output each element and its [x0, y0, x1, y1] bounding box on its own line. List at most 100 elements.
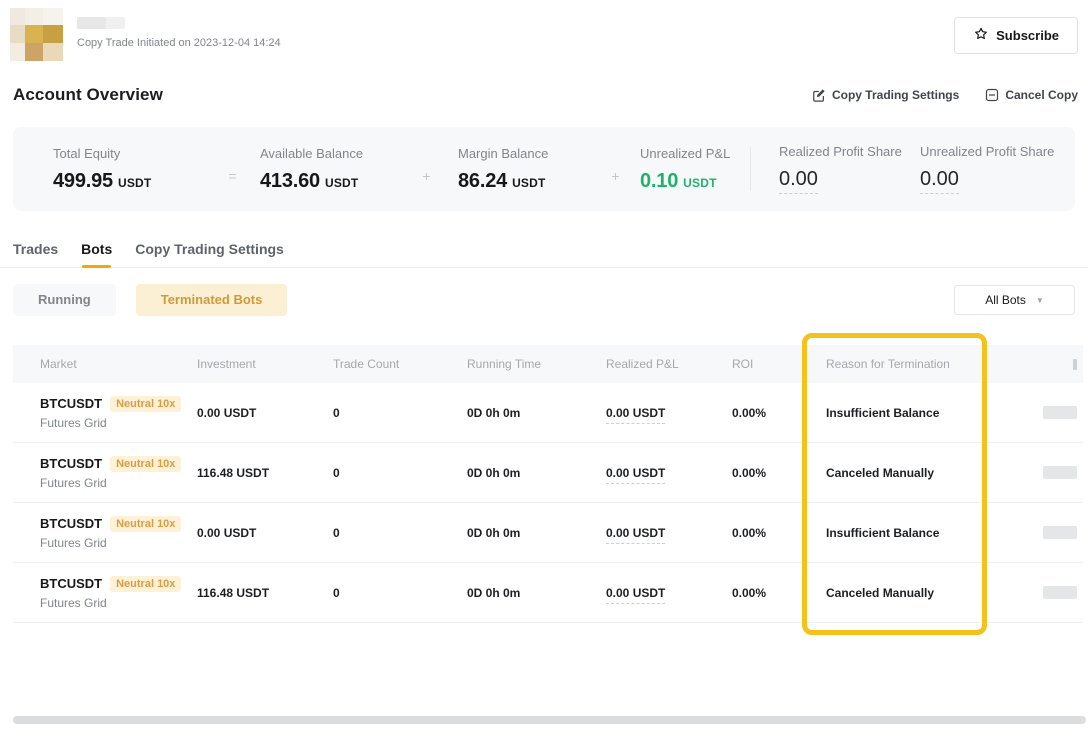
column-header-reason: Reason for Termination	[826, 357, 1000, 371]
equals-operator: =	[205, 168, 260, 184]
stat-value: 0.10	[640, 170, 678, 192]
subscribe-button[interactable]: Subscribe	[954, 17, 1078, 54]
account-stats-panel: Total Equity 499.95 USDT = Available Bala…	[13, 127, 1075, 211]
realized-pnl-cell: 0.00 USDT	[585, 466, 711, 480]
bot-type: Futures Grid	[40, 476, 197, 490]
bots-filter-value: All Bots	[985, 293, 1026, 307]
redacted-username	[77, 17, 125, 29]
stat-available-balance: Available Balance 413.60USDT	[260, 146, 395, 193]
subscribe-label: Subscribe	[996, 28, 1059, 43]
redacted-action[interactable]	[1043, 406, 1077, 419]
strategy-tag: Neutral 10x	[110, 516, 181, 532]
action-cell	[1000, 526, 1083, 539]
stat-total-equity: Total Equity 499.95 USDT	[53, 146, 205, 193]
realized-pnl-cell: 0.00 USDT	[585, 586, 711, 600]
bot-filter-row: Running Terminated Bots All Bots ▼	[13, 284, 1075, 316]
stat-unit: USDT	[683, 176, 716, 190]
bots-filter-dropdown[interactable]: All Bots ▼	[954, 285, 1075, 315]
stat-value: 86.24	[458, 170, 507, 192]
redacted-action[interactable]	[1043, 586, 1077, 599]
copy-trading-detail-page: Copy Trade Initiated on 2023-12-04 14:24…	[0, 0, 1088, 733]
tab-bots[interactable]: Bots	[81, 241, 112, 267]
strategy-tag: Neutral 10x	[110, 396, 181, 412]
chevron-down-icon: ▼	[1036, 296, 1044, 305]
realized-pnl-cell: 0.00 USDT	[585, 526, 711, 540]
copy-initiated-text: Copy Trade Initiated on 2023-12-04 14:24	[77, 37, 281, 49]
bot-type: Futures Grid	[40, 416, 197, 430]
terminated-bots-filter-button[interactable]: Terminated Bots	[136, 284, 288, 316]
termination-reason-cell: Canceled Manually	[826, 586, 1000, 600]
market-symbol: BTCUSDT	[40, 456, 102, 471]
column-header-investment: Investment	[197, 357, 333, 371]
trade-count-cell: 0	[333, 526, 455, 540]
termination-reason-cell: Insufficient Balance	[826, 526, 1000, 540]
action-cell	[1000, 466, 1083, 479]
stat-label: Unrealized Profit Share	[920, 144, 1054, 159]
copy-trading-settings-label: Copy Trading Settings	[832, 88, 959, 102]
account-overview-row: Account Overview Copy Trading Settings C…	[13, 84, 1078, 106]
column-header-realized-pnl: Realized P&L	[585, 357, 711, 371]
redacted-action[interactable]	[1043, 466, 1077, 479]
edit-icon	[812, 88, 826, 102]
bot-type: Futures Grid	[40, 596, 197, 610]
table-row: BTCUSDT Neutral 10x Futures Grid 116.48 U…	[13, 563, 1083, 623]
roi-cell: 0.00%	[711, 586, 826, 600]
action-cell	[1000, 586, 1083, 599]
strategy-tag: Neutral 10x	[110, 576, 181, 592]
copy-trading-settings-button[interactable]: Copy Trading Settings	[812, 88, 959, 102]
stat-unrealized-profit-share: Unrealized Profit Share 0.00	[920, 144, 1054, 194]
column-header-roi: ROI	[711, 357, 826, 371]
stat-label: Realized Profit Share	[779, 144, 920, 159]
stat-unit: USDT	[118, 176, 151, 190]
star-icon	[973, 26, 989, 45]
termination-reason-cell: Canceled Manually	[826, 466, 1000, 480]
tab-copy-trading-settings[interactable]: Copy Trading Settings	[135, 241, 284, 267]
running-time-cell: 0D 0h 0m	[455, 466, 585, 480]
roi-cell: 0.00%	[711, 406, 826, 420]
overview-actions: Copy Trading Settings Cancel Copy	[812, 88, 1078, 102]
plus-operator: +	[591, 168, 640, 184]
page-title: Account Overview	[13, 85, 163, 105]
termination-reason-cell: Insufficient Balance	[826, 406, 1000, 420]
roi-cell: 0.00%	[711, 466, 826, 480]
running-time-cell: 0D 0h 0m	[455, 526, 585, 540]
realized-pnl-cell: 0.00 USDT	[585, 406, 711, 420]
running-filter-button[interactable]: Running	[13, 284, 116, 316]
roi-cell: 0.00%	[711, 526, 826, 540]
avatar	[10, 8, 63, 61]
market-cell: BTCUSDT Neutral 10x Futures Grid	[13, 576, 197, 610]
stat-unit: USDT	[512, 176, 545, 190]
cancel-copy-label: Cancel Copy	[1005, 88, 1078, 102]
stat-value: 0.00	[920, 168, 959, 194]
terminated-bots-table: Market Investment Trade Count Running Ti…	[13, 345, 1083, 623]
column-header-running-time: Running Time	[455, 357, 585, 371]
market-symbol: BTCUSDT	[40, 516, 102, 531]
minus-square-icon	[985, 88, 999, 102]
trader-header: Copy Trade Initiated on 2023-12-04 14:24…	[0, 0, 1088, 70]
redacted-action[interactable]	[1043, 526, 1077, 539]
stat-value: 499.95	[53, 170, 113, 192]
stat-realized-profit-share: Realized Profit Share 0.00	[751, 144, 920, 194]
investment-cell: 116.48 USDT	[197, 586, 333, 600]
stat-label: Available Balance	[260, 146, 395, 161]
column-header-clipped	[1000, 359, 1083, 370]
horizontal-scrollbar[interactable]	[13, 716, 1086, 724]
trade-count-cell: 0	[333, 466, 455, 480]
stat-value: 0.00	[779, 168, 818, 194]
investment-cell: 0.00 USDT	[197, 526, 333, 540]
investment-cell: 0.00 USDT	[197, 406, 333, 420]
investment-cell: 116.48 USDT	[197, 466, 333, 480]
stat-value: 413.60	[260, 170, 320, 192]
market-cell: BTCUSDT Neutral 10x Futures Grid	[13, 456, 197, 490]
column-header-trade-count: Trade Count	[333, 357, 455, 371]
cancel-copy-button[interactable]: Cancel Copy	[985, 88, 1078, 102]
market-symbol: BTCUSDT	[40, 396, 102, 411]
market-symbol: BTCUSDT	[40, 576, 102, 591]
action-cell	[1000, 406, 1083, 419]
stat-label: Unrealized P&L	[640, 146, 750, 161]
strategy-tag: Neutral 10x	[110, 456, 181, 472]
stat-margin-balance: Margin Balance 86.24USDT	[458, 146, 591, 193]
tab-trades[interactable]: Trades	[13, 241, 58, 267]
market-cell: BTCUSDTNeutral 10x Futures Grid	[13, 516, 197, 550]
stat-label: Total Equity	[53, 146, 205, 161]
